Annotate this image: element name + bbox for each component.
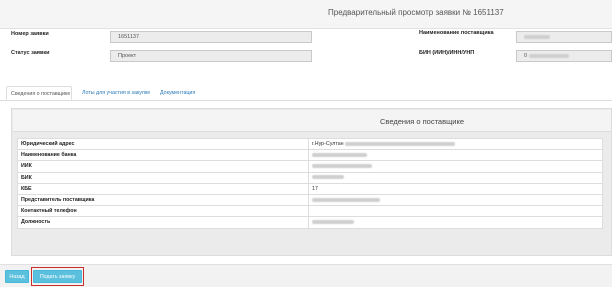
table-row: Наименование банка [17,149,603,162]
panel-header: Сведения о поставщике [13,110,611,132]
redacted-text [312,152,367,157]
request-number-label: Номер заявки [11,31,49,37]
redacted-text [524,34,550,39]
supplier-bin-value: 0 [524,53,528,59]
row-value-iik [308,160,603,173]
table-row: ИИК [17,160,603,173]
redacted-text [312,197,380,202]
redacted-text [312,164,372,169]
panel-title: Сведения о поставщике [380,117,464,126]
table-row: Представитель поставщика [17,193,603,207]
row-value-phone [308,205,603,218]
footer-bar [0,264,612,287]
tab-documentation[interactable]: Документация [160,86,195,100]
row-value-kbe: 17 [308,182,603,195]
row-key-legal-address: Юридический адрес [17,137,309,151]
row-value-legal-address: г.Нур-Султан [308,137,603,151]
row-key-position: Должность [17,216,309,229]
redacted-text [345,141,456,146]
row-value-position [308,216,603,229]
tab-bar: Сведения о поставщике Лоты для участия в… [0,86,612,101]
legal-address-value: г.Нур-Султан [312,141,344,148]
supplier-bin-field[interactable]: 0 [516,50,612,62]
page-title: Предварительный просмотр заявки № 165113… [328,8,504,17]
row-value-bik [308,171,603,184]
submit-application-button[interactable]: Подать заявку [33,270,82,283]
table-row: КБЕ 17 [17,182,603,195]
request-number-field[interactable]: 1651137 [110,31,312,43]
row-value-bank-name [308,149,603,162]
table-row: Юридический адрес г.Нур-Султан [17,137,603,151]
status-field[interactable]: Проект [110,50,312,62]
row-key-representative: Представитель поставщика [17,193,309,207]
row-key-kbe: КБЕ [17,182,309,195]
row-key-phone: Контактный телефон [17,205,309,218]
redacted-text [312,220,354,224]
top-bar: Предварительный просмотр заявки № 165113… [0,0,612,29]
row-key-bank-name: Наименование банка [17,149,309,162]
table-row: Должность [17,216,603,229]
supplier-info-table: Юридический адрес г.Нур-Султан Наименова… [17,137,603,229]
table-row: БИК [17,171,603,184]
supplier-name-label: Наименование поставщика [419,30,494,36]
row-key-bik: БИК [17,171,309,184]
row-key-iik: ИИК [17,160,309,173]
row-value-representative [308,193,603,207]
status-label: Статус заявки [11,50,50,56]
supplier-bin-label: БИН (ИИН)/ИНН/УНП [419,50,475,56]
redacted-text [528,53,569,58]
tab-lots[interactable]: Лоты для участия в закупке [82,86,150,100]
supplier-name-field[interactable] [516,31,612,43]
table-row: Контактный телефон [17,205,603,218]
redacted-text [312,175,344,180]
back-button[interactable]: Назад [5,270,29,283]
tab-supplier-info[interactable]: Сведения о поставщике [6,86,72,100]
